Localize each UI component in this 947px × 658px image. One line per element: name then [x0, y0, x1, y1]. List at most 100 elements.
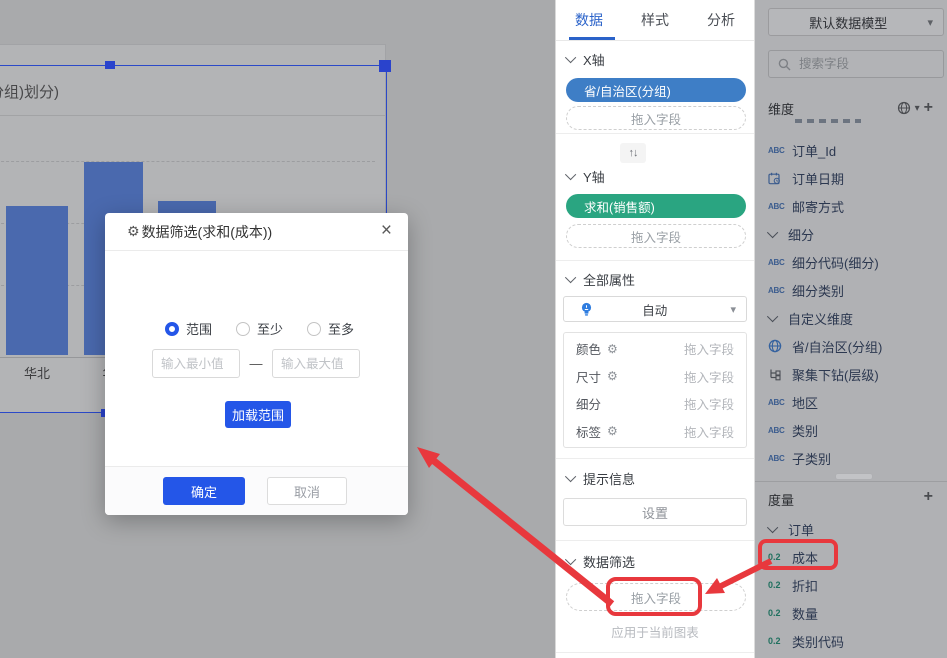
radio-dot [236, 322, 250, 336]
load-range-button[interactable]: 加载范围 [225, 401, 291, 428]
chevron-down-icon[interactable]: ▾ [915, 103, 920, 114]
globe-icon [768, 339, 792, 353]
abc-icon: ABC [768, 398, 792, 407]
abc-icon: ABC [768, 202, 792, 211]
data-filter-modal: ⚙ 数据筛选(求和(成本)) × 范围 至少 至多 — 加载范围 [105, 213, 408, 515]
max-value-input[interactable] [272, 349, 360, 378]
add-dimension-button[interactable]: + [924, 99, 933, 117]
dimension-group[interactable]: 细分 [755, 220, 947, 248]
chevron-down-icon [767, 227, 778, 238]
resize-handle-top-right[interactable] [379, 60, 391, 72]
dimension-item[interactable]: ABC 邮寄方式 [755, 192, 947, 220]
abc-icon: ABC [768, 454, 792, 463]
dimension-item[interactable]: ABC 订单_Id [755, 136, 947, 164]
calendar-icon [768, 172, 792, 185]
abc-icon: ABC [768, 146, 792, 155]
tooltip-section-header[interactable]: 提示信息 [568, 470, 635, 486]
number-icon: 0.2 [768, 636, 792, 646]
add-measure-button[interactable]: + [924, 488, 933, 506]
search-icon [778, 58, 791, 71]
dimension-item[interactable]: ABC 细分类别 [755, 276, 947, 304]
range-dash: — [240, 356, 272, 371]
resize-handle-top[interactable] [105, 61, 115, 69]
dimension-item[interactable]: ABC 类别 [755, 416, 947, 444]
abc-icon: ABC [768, 258, 792, 267]
attr-row-label[interactable]: 标签 ⚙ 拖入字段 [564, 418, 746, 444]
radio-at-most[interactable]: 至多 [307, 319, 354, 338]
attr-row-color[interactable]: 颜色 ⚙ 拖入字段 [564, 336, 746, 362]
tab-analysis[interactable]: 分析 [688, 0, 754, 40]
attr-row-size[interactable]: 尺寸 ⚙ 拖入字段 [564, 363, 746, 389]
fields-panel: 默认数据模型 ▾ 维度 ▾ + ABC 订单_Id [755, 0, 947, 658]
cancel-button[interactable]: 取消 [267, 477, 347, 505]
abc-icon: ABC [768, 286, 792, 295]
x-axis-field-pill[interactable]: 省/自治区(分组) [566, 78, 746, 102]
chevron-down-icon [565, 554, 576, 565]
dimensions-title-actions: ▾ + [897, 99, 933, 117]
abc-icon: ABC [768, 426, 792, 435]
dimension-item[interactable]: ABC 细分代码(细分) [755, 248, 947, 276]
panel-splitter-handle[interactable] [835, 473, 873, 480]
swap-axes-button[interactable]: ↑↓ [620, 143, 646, 163]
y-axis-drop-zone[interactable]: 拖入字段 [566, 224, 746, 248]
dimension-group[interactable]: 自定义维度 [755, 304, 947, 332]
number-icon: 0.2 [768, 608, 792, 618]
auto-mode-dropdown[interactable]: 自动 ▾ [563, 296, 747, 322]
dimension-item[interactable]: 订单日期 [755, 164, 947, 192]
divider [556, 133, 754, 134]
min-value-input[interactable] [152, 349, 240, 378]
clipped-list-item [795, 119, 861, 123]
measure-group[interactable]: 订单 [755, 515, 947, 543]
active-tab-underline [569, 37, 615, 40]
data-filter-section-header[interactable]: 数据筛选 [568, 553, 635, 569]
dimension-item[interactable]: ABC 地区 [755, 388, 947, 416]
measures-title-actions: + [924, 488, 933, 506]
radio-dot [307, 322, 321, 336]
gear-icon[interactable]: ⚙ [607, 342, 618, 356]
tooltip-settings-button[interactable]: 设置 [563, 498, 747, 526]
measure-item[interactable]: 0.2 折扣 [755, 571, 947, 599]
range-inputs: — [152, 349, 360, 378]
attr-row-subdivision[interactable]: 细分 拖入字段 [564, 391, 746, 417]
globe-filter-icon[interactable] [897, 101, 911, 115]
radio-at-least[interactable]: 至少 [236, 319, 283, 338]
config-tabbar: 数据 样式 分析 [556, 0, 754, 41]
modal-footer: 确定 取消 [105, 466, 408, 515]
filter-drop-zone[interactable]: 拖入字段 [566, 583, 746, 611]
filter-mode-radios: 范围 至少 至多 [165, 319, 354, 338]
modal-title: ⚙ 数据筛选(求和(成本)) [127, 222, 272, 242]
tab-style[interactable]: 样式 [622, 0, 688, 40]
gear-icon[interactable]: ⚙ [607, 369, 618, 383]
measure-item[interactable]: 0.2 数量 [755, 599, 947, 627]
divider [556, 458, 754, 459]
chevron-down-icon [565, 471, 576, 482]
measure-item-cost[interactable]: 0.2 成本 [755, 543, 947, 571]
all-attributes-section-header[interactable]: 全部属性 [568, 271, 635, 287]
chevron-down-icon [767, 522, 778, 533]
tab-data[interactable]: 数据 [556, 0, 622, 40]
field-search-box[interactable] [768, 50, 944, 78]
attribute-rows-group: 颜色 ⚙ 拖入字段 尺寸 ⚙ 拖入字段 细分 拖入字段 标签 ⚙ 拖入字段 [563, 332, 747, 448]
chevron-down-icon [767, 311, 778, 322]
data-model-selector[interactable]: 默认数据模型 ▾ [768, 8, 944, 36]
ok-button[interactable]: 确定 [163, 477, 245, 505]
dimension-item[interactable]: ABC 子类别 [755, 444, 947, 472]
measure-item[interactable]: 0.2 类别代码 [755, 627, 947, 655]
divider [556, 540, 754, 541]
x-axis-drop-zone[interactable]: 拖入字段 [566, 106, 746, 130]
divider [556, 652, 754, 653]
y-axis-section-header[interactable]: Y轴 [568, 168, 605, 184]
y-axis-field-pill[interactable]: 求和(销售额) [566, 194, 746, 218]
divider [556, 260, 754, 261]
gear-icon[interactable]: ⚙ [607, 424, 618, 438]
number-icon: 0.2 [768, 552, 792, 562]
chevron-down-icon [565, 272, 576, 283]
dimension-item[interactable]: 省/自治区(分组) [755, 332, 947, 360]
modal-header: ⚙ 数据筛选(求和(成本)) × [105, 213, 408, 251]
x-axis-section-header[interactable]: X轴 [568, 51, 605, 67]
close-icon[interactable]: × [381, 220, 392, 242]
field-search-input[interactable] [797, 56, 921, 72]
radio-range[interactable]: 范围 [165, 319, 212, 338]
chevron-down-icon: ▾ [927, 16, 933, 29]
dimension-item[interactable]: 聚集下钻(层级) [755, 360, 947, 388]
